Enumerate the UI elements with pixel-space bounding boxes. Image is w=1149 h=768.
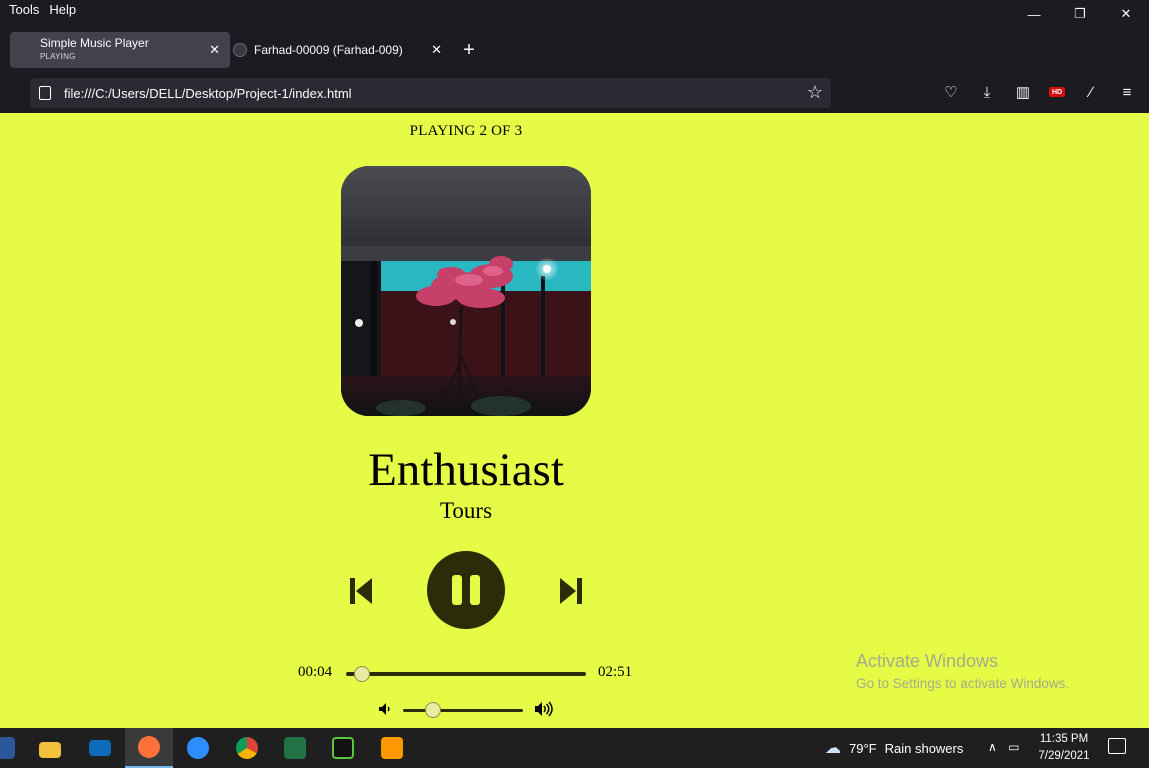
tab-github[interactable]: Farhad-00009 (Farhad-009) ✕ xyxy=(230,32,452,68)
taskbar-clock[interactable]: 11:35 PM 7/29/2021 xyxy=(1034,731,1094,765)
notification-center-icon[interactable] xyxy=(1108,738,1126,754)
skip-back-icon xyxy=(350,578,372,604)
now-playing-label: PLAYING 2 OF 3 xyxy=(409,123,523,139)
rain-cloud-icon: ☁ xyxy=(825,740,841,757)
weather-widget[interactable]: ☁ 79°F Rain showers xyxy=(825,738,963,758)
tab-title: Simple Music Player xyxy=(40,36,149,50)
taskbar-firefox[interactable] xyxy=(125,728,173,768)
terminal-icon xyxy=(332,737,354,759)
word-icon xyxy=(0,737,15,759)
clock-date: 7/29/2021 xyxy=(1038,750,1090,762)
pocket-icon[interactable]: ♡ xyxy=(941,82,961,102)
taskbar-excel[interactable] xyxy=(271,728,319,768)
chevron-up-icon[interactable]: ∧ xyxy=(988,740,997,754)
reader-view-icon[interactable]: ▥ xyxy=(1013,82,1033,102)
taskbar-file-explorer[interactable] xyxy=(26,728,74,768)
music-player-page: PLAYING 2 OF 3 Enthusiast Tours 00:04 02… xyxy=(0,113,1149,728)
url-text[interactable]: file:///C:/Users/DELL/Desktop/Project-1/… xyxy=(64,86,352,101)
watermark-title: Activate Windows xyxy=(856,651,999,671)
mail-icon xyxy=(89,740,111,756)
previous-track-button[interactable] xyxy=(348,574,376,608)
firefox-icon xyxy=(138,736,160,758)
taskbar-chrome[interactable] xyxy=(223,728,271,768)
album-art xyxy=(341,166,591,416)
menu-tools[interactable]: Tools xyxy=(9,0,39,22)
new-tab-button[interactable]: + xyxy=(454,35,484,65)
volume-slider-thumb[interactable] xyxy=(425,702,441,718)
chrome-icon xyxy=(236,737,258,759)
clock-time: 11:35 PM xyxy=(1039,733,1089,745)
file-explorer-icon xyxy=(39,742,61,758)
taskbar-word[interactable] xyxy=(0,728,28,768)
minimize-button[interactable]: — xyxy=(1011,0,1057,28)
weather-description: Rain showers xyxy=(884,740,964,756)
excel-icon xyxy=(284,737,306,759)
watermark-subtitle: Go to Settings to activate Windows. xyxy=(856,676,1070,691)
bookmark-star-icon[interactable]: ☆ xyxy=(807,82,823,103)
pause-icon xyxy=(452,575,480,605)
tab-title: Farhad-00009 (Farhad-009) xyxy=(254,43,403,57)
hd-extension-icon[interactable]: HD xyxy=(1049,87,1065,97)
zoom-icon xyxy=(187,737,209,759)
weather-temperature: 79°F xyxy=(849,740,877,756)
page-icon xyxy=(39,86,51,100)
windows-taskbar: ☁ 79°F Rain showers ∧ ▭ 11:35 PM 7/29/20… xyxy=(0,728,1149,768)
taskbar-zoom[interactable] xyxy=(174,728,222,768)
eyedropper-icon[interactable]: ∕ xyxy=(1081,82,1101,102)
download-icon[interactable]: ⤓ xyxy=(977,82,997,102)
seek-slider-thumb[interactable] xyxy=(354,666,370,682)
system-tray: ∧ ▭ xyxy=(988,740,1019,754)
volume-up-icon xyxy=(535,701,553,717)
activate-windows-watermark: Activate Windows Go to Settings to activ… xyxy=(856,651,1069,691)
close-window-button[interactable]: ✕ xyxy=(1103,0,1149,28)
play-pause-button[interactable] xyxy=(427,551,505,629)
close-tab-icon[interactable]: ✕ xyxy=(209,42,220,58)
url-bar[interactable]: file:///C:/Users/DELL/Desktop/Project-1/… xyxy=(30,78,831,108)
sublime-text-icon xyxy=(381,737,403,759)
next-track-button[interactable] xyxy=(556,574,584,608)
track-name: Enthusiast xyxy=(368,444,564,496)
track-artist: Tours xyxy=(439,498,493,523)
battery-icon[interactable]: ▭ xyxy=(1008,740,1019,754)
tab-simple-music-player[interactable]: Simple Music Player PLAYING ✕ xyxy=(10,32,230,68)
taskbar-terminal[interactable] xyxy=(319,728,367,768)
restore-button[interactable]: ❐ xyxy=(1057,0,1103,28)
volume-slider[interactable] xyxy=(403,702,523,718)
toolbar-icons: ♡ ⤓ ▥ HD ∕ ≡ xyxy=(941,82,1137,102)
nav-bar: file:///C:/Users/DELL/Desktop/Project-1/… xyxy=(0,72,1149,113)
volume-down-icon xyxy=(379,703,390,715)
hamburger-menu-icon[interactable]: ≡ xyxy=(1117,82,1137,102)
menu-help[interactable]: Help xyxy=(49,0,76,22)
current-time: 00:04 xyxy=(298,664,333,680)
menu-bar: Tools Help xyxy=(0,0,76,22)
github-icon xyxy=(233,43,247,57)
browser-chrome: Tools Help — ❐ ✕ Simple Music Player PLA… xyxy=(0,0,1149,113)
seek-slider[interactable] xyxy=(346,666,586,682)
taskbar-sublime-text[interactable] xyxy=(368,728,416,768)
window-controls: — ❐ ✕ xyxy=(1011,0,1149,28)
total-duration: 02:51 xyxy=(598,664,633,680)
close-tab-icon[interactable]: ✕ xyxy=(431,42,442,58)
tab-strip: Simple Music Player PLAYING ✕ Farhad-000… xyxy=(10,32,484,68)
tab-playing-indicator: PLAYING xyxy=(40,52,76,61)
taskbar-mail[interactable] xyxy=(76,728,124,768)
skip-forward-icon xyxy=(560,578,582,604)
